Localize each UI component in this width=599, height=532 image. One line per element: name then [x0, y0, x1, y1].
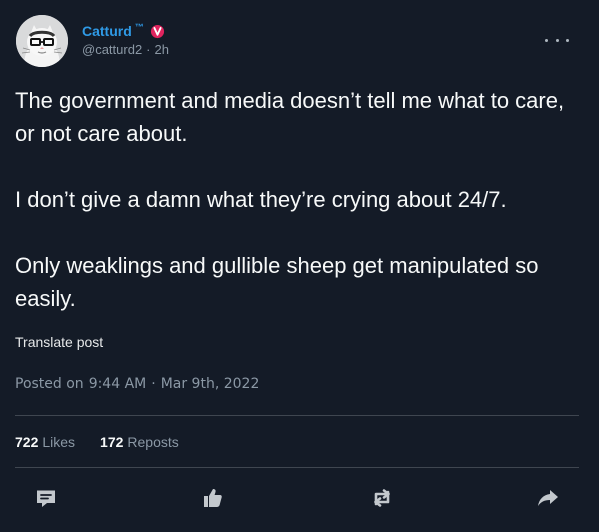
likes-label: Likes — [42, 434, 76, 450]
likes-count: 722 — [15, 434, 39, 450]
posted-prefix: Posted on — [15, 376, 84, 392]
stats-bottom-divider — [15, 467, 579, 468]
post-paragraph-1: The government and media doesn’t tell me… — [15, 88, 565, 146]
likes-stat[interactable]: 722 Likes — [15, 434, 75, 450]
post-paragraph-3: Only weaklings and gullible sheep get ma… — [15, 253, 539, 311]
posted-separator: · — [151, 376, 156, 392]
verified-badge-icon — [150, 24, 164, 38]
share-icon[interactable] — [536, 486, 560, 510]
author-meta: @catturd2 · 2h — [82, 42, 169, 58]
translate-post-link[interactable]: Translate post — [15, 334, 103, 350]
post-card: Catturd ™ @catturd2 · 2h The government … — [0, 0, 599, 532]
reposts-label: Reposts — [127, 434, 179, 450]
reposts-count: 172 — [100, 434, 124, 450]
reposts-stat[interactable]: 172 Reposts — [100, 434, 179, 450]
posted-timestamp: Posted on 9:44 AM · Mar 9th, 2022 — [15, 376, 259, 392]
author-name-row[interactable]: Catturd ™ — [82, 22, 165, 40]
post-text: The government and media doesn’t tell me… — [15, 84, 575, 315]
trademark-symbol: ™ — [134, 22, 144, 32]
post-actions — [34, 486, 564, 510]
relative-time[interactable]: 2h — [155, 42, 169, 58]
stats-top-divider — [15, 415, 579, 416]
post-paragraph-2: I don’t give a damn what they’re crying … — [15, 187, 507, 212]
posted-date[interactable]: Mar 9th, 2022 — [161, 376, 260, 392]
posted-time[interactable]: 9:44 AM — [89, 376, 147, 392]
author-handle[interactable]: @catturd2 — [82, 42, 142, 58]
post-stats: 722 Likes 172 Reposts — [15, 434, 179, 450]
like-icon[interactable] — [201, 486, 225, 510]
reply-icon[interactable] — [34, 486, 58, 510]
author-display-name[interactable]: Catturd — [82, 22, 132, 40]
time-separator: · — [146, 42, 151, 57]
more-icon[interactable] — [545, 32, 569, 48]
avatar[interactable] — [16, 15, 68, 67]
repost-icon[interactable] — [370, 486, 394, 510]
